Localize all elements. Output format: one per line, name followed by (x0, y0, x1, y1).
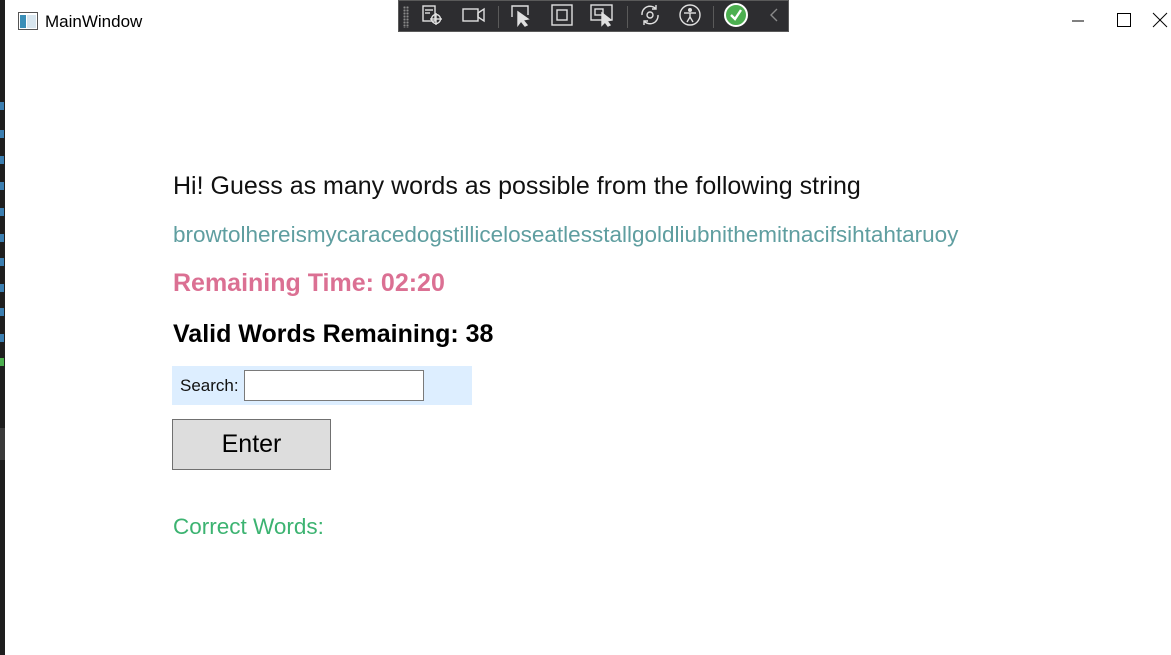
search-panel: Search: (172, 366, 472, 405)
remaining-time-label: Remaining Time: 02:20 (173, 269, 445, 297)
collapse-chevron-icon (768, 7, 780, 27)
close-icon (1152, 12, 1168, 32)
xaml-debug-toolbar (398, 0, 789, 32)
select-element-button[interactable] (507, 4, 533, 30)
letter-string: browtolhereismycaracedogstilliceloseatle… (173, 222, 959, 247)
enter-button[interactable]: Enter (172, 419, 331, 470)
minimize-button[interactable] (1055, 0, 1101, 44)
accessibility-button[interactable] (677, 4, 703, 30)
search-input[interactable] (244, 370, 424, 401)
track-focused-element-button[interactable] (589, 4, 615, 30)
check-button[interactable] (723, 2, 749, 32)
maximize-button[interactable] (1101, 0, 1147, 44)
correct-words-label: Correct Words: (173, 514, 324, 539)
video-camera-icon (461, 5, 487, 29)
toolbar-grip[interactable] (403, 6, 409, 28)
track-focused-element-icon (589, 3, 615, 31)
video-camera-button[interactable] (461, 4, 487, 30)
live-visual-tree-icon (420, 3, 444, 31)
maximize-icon (1116, 12, 1132, 32)
display-layout-adorners-icon (550, 3, 574, 31)
display-layout-adorners-button[interactable] (549, 4, 575, 30)
window-title: MainWindow (45, 12, 143, 31)
live-visual-tree-button[interactable] (419, 4, 445, 30)
background-ide-edge (0, 0, 5, 655)
search-label: Search: (180, 376, 239, 395)
hot-reload-icon (638, 3, 662, 31)
select-element-icon (508, 3, 532, 31)
minimize-icon (1071, 13, 1085, 32)
valid-words-remaining-label: Valid Words Remaining: 38 (173, 320, 494, 348)
app-window-icon (18, 12, 38, 30)
collapse-toolbar-button[interactable] (761, 4, 787, 30)
close-button[interactable] (1148, 0, 1171, 44)
check-circle-icon (723, 2, 749, 32)
accessibility-icon (678, 3, 702, 31)
instructions-text: Hi! Guess as many words as possible from… (173, 172, 861, 200)
hot-reload-button[interactable] (637, 4, 663, 30)
